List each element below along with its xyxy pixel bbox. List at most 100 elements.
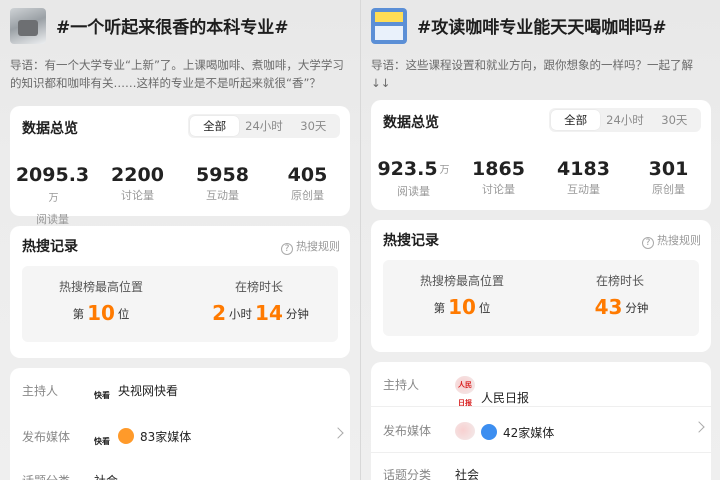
chevron-right-icon[interactable] [332,427,344,439]
people-daily-logo-icon [455,422,475,440]
host-row[interactable]: 主持人 人民日报 人民日报 [383,372,703,407]
media-row[interactable]: 发布媒体 42家媒体 [383,418,705,442]
media-logo-icon [481,424,497,440]
stat-value: 5958 [196,164,249,186]
hot-search-box: 热搜榜最高位置 第 10 位 在榜时长 43 分钟 [383,260,699,336]
info-card: 主持人 快看央视网快看 发布媒体 快看 83家媒体 话题分类 社会 [10,368,350,480]
stat-originals: 405 原创量 [265,164,350,227]
topic-title: #攻读咖啡专业能天天喝咖啡吗# [417,18,667,38]
question-icon: ? [642,237,654,249]
stats-row: 923.5 万 阅读量 1865 讨论量 4183 互动量 301 原创量 [371,158,711,199]
minutes-number: 14 [255,301,283,325]
stat-reads: 2095.3 万 阅读量 [10,164,95,227]
topic-header: #一个听起来很香的本科专业# [0,0,360,56]
stat-value: 405 [287,164,328,186]
topic-intro: 导语：有一个大学专业“上新”了。上课喝咖啡、煮咖啡，大学学习的知识都和咖啡有关…… [10,58,344,90]
chevron-right-icon[interactable] [693,421,705,433]
kuaikan-logo-icon: 快看 [94,437,110,446]
rank-suffix: 位 [117,307,130,321]
tab-30d[interactable]: 30天 [289,116,338,136]
media-logo-icon [118,428,134,444]
stat-value: 2200 [111,164,164,186]
host-row[interactable]: 主持人 快看 央视网快看 [22,378,342,402]
time-on-list: 在榜时长 2 小时 14 分钟 [180,266,338,325]
hot-search-rules-link[interactable]: ? 热搜规则 [281,238,340,255]
peak-rank-label: 热搜榜最高位置 [419,274,504,288]
rank-suffix: 位 [478,301,491,315]
rank-prefix: 第 [72,307,85,321]
tab-24h[interactable]: 24小时 [239,116,288,136]
tab-all[interactable]: 全部 [190,116,240,136]
topic-thumbnail[interactable] [371,8,407,44]
hot-search-rules-link[interactable]: ? 热搜规则 [642,232,701,249]
rank-number: 10 [448,295,476,319]
overview-card: 数据总览 全部 24小时 30天 923.5 万 阅读量 1865 讨论量 418… [371,100,711,210]
topic-title: #一个听起来很香的本科专业# [56,18,289,38]
stat-value: 2095.3 [15,164,90,186]
stat-label: 讨论量 [121,189,154,202]
stat-value: 301 [648,158,689,180]
stats-row: 2095.3 万 阅读量 2200 讨论量 5958 互动量 405 原创量 [10,164,350,227]
stat-label: 讨论量 [482,183,515,196]
tab-24h[interactable]: 24小时 [600,110,649,130]
hot-search-title: 热搜记录 [22,239,78,255]
overview-card: 数据总览 全部 24小时 30天 2095.3 万 阅读量 2200 讨论量 59… [10,106,350,226]
tab-all[interactable]: 全部 [551,110,601,130]
minutes-unit: 分钟 [625,301,649,315]
category-row: 话题分类 社会 [22,468,342,480]
category-value: 社会 [455,468,480,480]
hot-search-title: 热搜记录 [383,233,439,249]
tab-30d[interactable]: 30天 [650,110,699,130]
topic-thumbnail[interactable] [10,8,46,44]
question-icon: ? [281,243,293,255]
stat-label: 阅读量 [36,213,69,226]
category-label: 话题分类 [22,472,70,480]
stat-label: 互动量 [206,189,239,202]
host-name: 人民日报 [481,391,530,405]
topic-header: #攻读咖啡专业能天天喝咖啡吗# [361,0,720,56]
people-daily-logo-icon: 人民日报 [455,376,475,407]
rules-label: 热搜规则 [657,234,701,247]
stat-value: 923.5 [377,158,438,180]
time-on-list: 在榜时长 43 分钟 [541,260,699,319]
stat-value: 1865 [472,158,525,180]
category-row: 话题分类 社会 [383,462,703,480]
media-count: 83家媒体 [140,430,192,444]
stat-unit: 万 [48,193,59,204]
overview-title: 数据总览 [383,115,439,131]
overview-title: 数据总览 [22,121,78,137]
stat-label: 互动量 [567,183,600,196]
topic-panel-left: #一个听起来很香的本科专业# 导语：有一个大学专业“上新”了。上课喝咖啡、煮咖啡… [0,0,360,480]
stat-discussions: 2200 讨论量 [95,164,180,227]
stat-unit: 万 [439,165,450,176]
media-label: 发布媒体 [383,424,432,438]
hot-search-box: 热搜榜最高位置 第 10 位 在榜时长 2 小时 14 分钟 [22,266,338,342]
divider [371,452,711,453]
stat-label: 原创量 [291,189,324,202]
host-name: 央视网快看 [118,384,179,398]
hours-unit: 小时 [229,307,253,321]
minutes-unit: 分钟 [285,307,309,321]
media-label: 发布媒体 [22,430,71,444]
category-label: 话题分类 [383,468,432,480]
host-label: 主持人 [383,378,420,392]
peak-rank: 热搜榜最高位置 第 10 位 [383,260,541,319]
topic-panel-right: #攻读咖啡专业能天天喝咖啡吗# 导语：这些课程设置和就业方向，跟你想象的一样吗？… [360,0,720,480]
stat-reads: 923.5 万 阅读量 [371,158,456,199]
divider [371,406,711,407]
stat-label: 原创量 [652,183,685,196]
rank-number: 10 [87,301,115,325]
category-value: 社会 [94,472,118,480]
stat-discussions: 1865 讨论量 [456,158,541,199]
rank-prefix: 第 [433,301,446,315]
rules-label: 热搜规则 [296,240,340,253]
time-on-list-label: 在榜时长 [234,280,283,294]
media-row[interactable]: 发布媒体 快看 83家媒体 [22,424,344,448]
stat-originals: 301 原创量 [626,158,711,199]
media-count: 42家媒体 [503,426,555,440]
time-range-tabs: 全部 24小时 30天 [549,108,701,132]
stat-interactions: 5958 互动量 [180,164,265,227]
info-card: 主持人 人民日报 人民日报 发布媒体 42家媒体 话题分类 社会 [371,362,711,480]
host-label: 主持人 [22,384,59,398]
minutes-number: 43 [594,295,623,319]
